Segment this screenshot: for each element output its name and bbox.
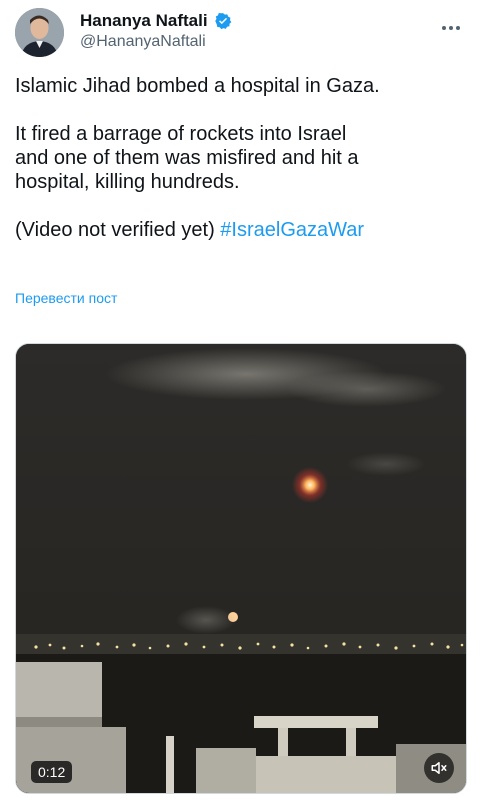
tweet-paragraph: (Video not verified yet) #IsraelGazaWar bbox=[15, 218, 465, 242]
mute-button[interactable] bbox=[424, 753, 454, 783]
avatar[interactable] bbox=[15, 8, 64, 57]
hashtag-link[interactable]: #IsraelGazaWar bbox=[220, 219, 364, 241]
author-name-row: Hananya Naftali bbox=[80, 11, 232, 31]
verified-badge-icon bbox=[214, 13, 231, 30]
tweet-text-fragment: (Video not verified yet) bbox=[15, 219, 221, 241]
avatar-image bbox=[15, 8, 64, 57]
video-player[interactable]: 0:12 bbox=[15, 343, 467, 794]
video-duration-badge: 0:12 bbox=[31, 761, 73, 783]
video-frame bbox=[16, 344, 466, 793]
tweet-paragraph: It fired a barrage of rockets into Israe… bbox=[15, 123, 359, 193]
author-handle[interactable]: @HananyaNaftali bbox=[80, 33, 206, 51]
tweet-paragraph: Islamic Jihad bombed a hospital in Gaza. bbox=[15, 75, 380, 97]
author-name[interactable]: Hananya Naftali bbox=[80, 11, 208, 31]
more-options-button[interactable] bbox=[439, 18, 463, 38]
more-dot-icon bbox=[449, 26, 453, 30]
tweet-header: Hananya Naftali @HananyaNaftali bbox=[0, 0, 481, 64]
mute-icon bbox=[431, 762, 447, 774]
more-dot-icon bbox=[442, 26, 446, 30]
more-dot-icon bbox=[456, 26, 460, 30]
translate-post-link[interactable]: Перевести пост bbox=[15, 290, 117, 306]
tweet-text: Islamic Jihad bombed a hospital in Gaza.… bbox=[15, 74, 465, 266]
